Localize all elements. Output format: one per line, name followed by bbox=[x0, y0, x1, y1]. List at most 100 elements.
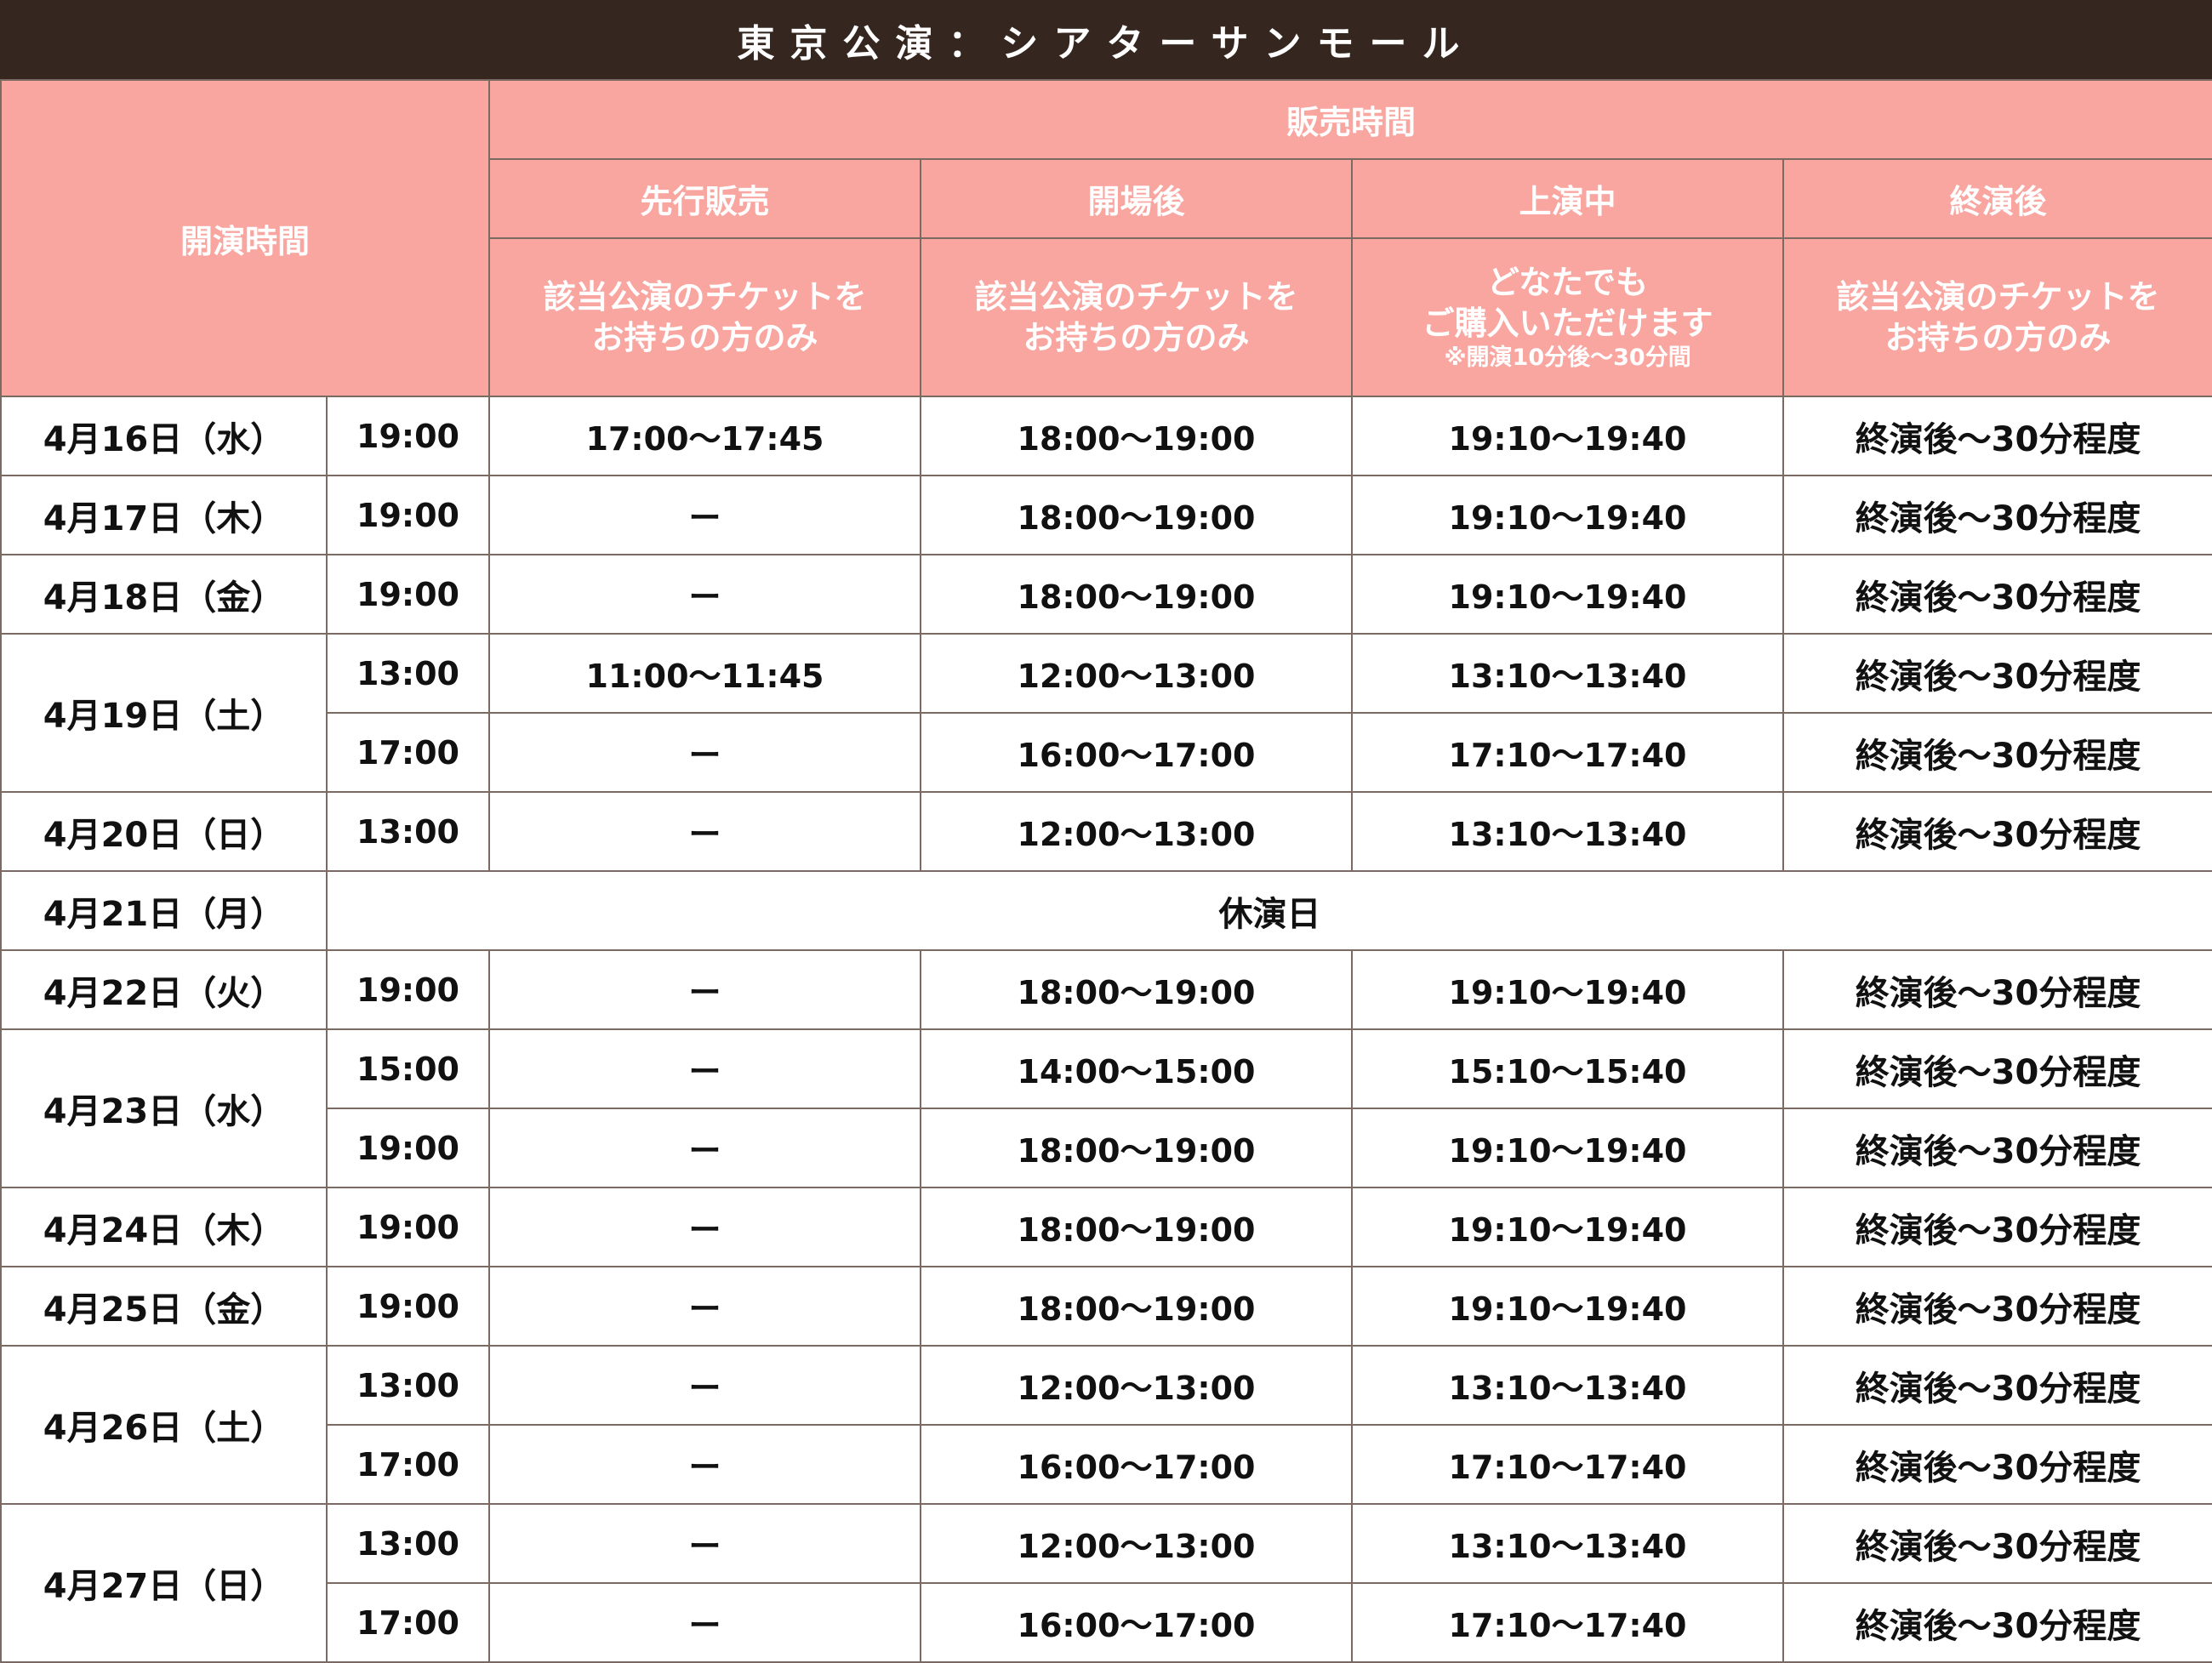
after-show-cell: 終演後〜30分程度 bbox=[1782, 396, 2212, 476]
during-show-cell: 19:10〜19:40 bbox=[1351, 396, 1785, 476]
date-cell: 4月26日（土） bbox=[0, 1345, 328, 1505]
start-time-cell: 17:00 bbox=[325, 1582, 491, 1663]
after-opening-cell: 18:00〜19:00 bbox=[920, 1108, 1354, 1188]
table-row: 4月20日（日） 13:00 ー 12:00〜13:00 13:10〜13:40 終演後〜… bbox=[0, 791, 2212, 872]
during-show-cell: 15:10〜15:40 bbox=[1351, 1028, 1785, 1109]
note-line: お持ちの方のみ bbox=[591, 319, 818, 356]
during-show-cell: 19:10〜19:40 bbox=[1351, 475, 1785, 555]
after-opening-cell: 18:00〜19:00 bbox=[920, 396, 1354, 476]
date-cell: 4月25日（金） bbox=[0, 1266, 328, 1347]
note-line: お持ちの方のみ bbox=[1023, 319, 1250, 356]
note-line: 該当公演のチケットを bbox=[974, 278, 1298, 316]
during-show-cell: 19:10〜19:40 bbox=[1351, 949, 1785, 1030]
header-row-1: 開演時間 販売時間 bbox=[0, 79, 2212, 397]
col-header-presale: 先行販売 bbox=[488, 158, 922, 239]
after-opening-cell: 12:00〜13:00 bbox=[920, 791, 1354, 872]
after-show-cell: 終演後〜30分程度 bbox=[1782, 1108, 2212, 1188]
after-opening-cell: 12:00〜13:00 bbox=[920, 1503, 1354, 1584]
start-time-cell: 15:00 bbox=[325, 1028, 491, 1109]
after-opening-cell: 12:00〜13:00 bbox=[920, 1345, 1354, 1426]
after-opening-cell: 16:00〜17:00 bbox=[920, 1424, 1354, 1505]
table-row: 4月19日（土） 13:00 11:00〜11:45 12:00〜13:00 13:10… bbox=[0, 633, 2212, 793]
col-header-after-show: 終演後 bbox=[1782, 158, 2212, 239]
after-show-cell: 終演後〜30分程度 bbox=[1782, 1424, 2212, 1505]
after-show-cell: 終演後〜30分程度 bbox=[1782, 1345, 2212, 1426]
note-line: 該当公演のチケットを bbox=[1836, 278, 2160, 316]
start-time-cell: 13:00 bbox=[325, 1345, 491, 1426]
during-show-cell: 17:10〜17:40 bbox=[1351, 1582, 1785, 1663]
during-show-cell: 13:10〜13:40 bbox=[1351, 1503, 1785, 1584]
presale-cell: ー bbox=[488, 1028, 922, 1109]
during-show-cell: 19:10〜19:40 bbox=[1351, 554, 1785, 635]
date-cell: 4月16日（水） bbox=[0, 396, 328, 476]
note-line: どなたでも bbox=[1486, 264, 1649, 301]
after-opening-cell: 14:00〜15:00 bbox=[920, 1028, 1354, 1109]
date-cell: 4月19日（土） bbox=[0, 633, 328, 793]
after-show-cell: 終演後〜30分程度 bbox=[1782, 1266, 2212, 1347]
note-line: お持ちの方のみ bbox=[1884, 319, 2112, 356]
during-show-cell: 19:10〜19:40 bbox=[1351, 1187, 1785, 1267]
after-show-cell: 終演後〜30分程度 bbox=[1782, 1503, 2212, 1584]
after-opening-cell: 16:00〜17:00 bbox=[920, 1582, 1354, 1663]
start-time-cell: 19:00 bbox=[325, 554, 491, 635]
table-row: 4月16日（水） 19:00 17:00〜17:45 18:00〜19:00 19:10… bbox=[0, 396, 2212, 476]
during-show-cell: 17:10〜17:40 bbox=[1351, 712, 1785, 793]
presale-cell: ー bbox=[488, 1582, 922, 1663]
table-row: 19:00 ー 18:00〜19:00 19:10〜19:40 終演後〜30分程度 bbox=[1, 1108, 2212, 1188]
during-show-cell: 13:10〜13:40 bbox=[1351, 1345, 1785, 1426]
col-note-after-opening: 該当公演のチケットを お持ちの方のみ bbox=[920, 237, 1354, 397]
during-show-cell: 13:10〜13:40 bbox=[1351, 633, 1785, 714]
after-opening-cell: 18:00〜19:00 bbox=[920, 475, 1354, 555]
start-time-cell: 13:00 bbox=[325, 791, 491, 872]
table-row: 4月22日（火） 19:00 ー 18:00〜19:00 19:10〜19:40 終演後〜… bbox=[0, 949, 2212, 1030]
start-time-cell: 19:00 bbox=[325, 1266, 491, 1347]
presale-cell: ー bbox=[488, 475, 922, 555]
start-time-cell: 13:00 bbox=[325, 633, 491, 714]
table-row: 4月23日（水） 15:00 ー 14:00〜15:00 15:10〜15:40 終演後〜… bbox=[0, 1028, 2212, 1188]
date-cell: 4月27日（日） bbox=[0, 1503, 328, 1663]
after-show-cell: 終演後〜30分程度 bbox=[1782, 949, 2212, 1030]
presale-cell: 17:00〜17:45 bbox=[488, 396, 922, 476]
table-row: 4月24日（木） 19:00 ー 18:00〜19:00 19:10〜19:40 終演後〜… bbox=[0, 1187, 2212, 1267]
presale-cell: ー bbox=[488, 712, 922, 793]
presale-cell: ー bbox=[488, 1345, 922, 1426]
sales-time-header: 販売時間 bbox=[488, 79, 2212, 160]
after-show-cell: 終演後〜30分程度 bbox=[1782, 1187, 2212, 1267]
after-show-cell: 終演後〜30分程度 bbox=[1782, 1028, 2212, 1109]
presale-cell: ー bbox=[488, 1266, 922, 1347]
table-row: 4月18日（金） 19:00 ー 18:00〜19:00 19:10〜19:40 終演後〜… bbox=[0, 554, 2212, 635]
after-opening-cell: 16:00〜17:00 bbox=[920, 712, 1354, 793]
table-row: 4月17日（木） 19:00 ー 18:00〜19:00 19:10〜19:40 終演後〜… bbox=[0, 475, 2212, 555]
col-header-during-show: 上演中 bbox=[1351, 158, 1785, 239]
date-cell: 4月23日（水） bbox=[0, 1028, 328, 1188]
during-show-cell: 19:10〜19:40 bbox=[1351, 1108, 1785, 1188]
table-row: 17:00 ー 16:00〜17:00 17:10〜17:40 終演後〜30分程度 bbox=[1, 1582, 2212, 1663]
schedule-table: 開演時間 販売時間 先行販売 開場後 上演中 終演後 該当公演のチケットを お持… bbox=[0, 79, 2212, 1663]
presale-cell: ー bbox=[488, 554, 922, 635]
start-time-cell: 17:00 bbox=[325, 1424, 491, 1505]
date-cell: 4月17日（木） bbox=[0, 475, 328, 555]
start-time-cell: 19:00 bbox=[325, 1187, 491, 1267]
date-cell: 4月21日（月） bbox=[0, 870, 328, 951]
during-show-cell: 13:10〜13:40 bbox=[1351, 791, 1785, 872]
col-note-during-show: どなたでも ご購入いただけます ※開演10分後〜30分間 bbox=[1351, 237, 1785, 397]
table-row: 4月25日（金） 19:00 ー 18:00〜19:00 19:10〜19:40 終演後〜… bbox=[0, 1266, 2212, 1347]
presale-cell: 11:00〜11:45 bbox=[488, 633, 922, 714]
start-time-header: 開演時間 bbox=[0, 79, 491, 397]
after-opening-cell: 18:00〜19:00 bbox=[920, 949, 1354, 1030]
note-sub-line: ※開演10分後〜30分間 bbox=[1444, 345, 1691, 371]
date-cell: 4月22日（火） bbox=[0, 949, 328, 1030]
table-row: 17:00 ー 16:00〜17:00 17:10〜17:40 終演後〜30分程度 bbox=[1, 712, 2212, 793]
table-row: 4月26日（土） 13:00 ー 12:00〜13:00 13:10〜13:40 終演後〜… bbox=[0, 1345, 2212, 1505]
table-row: 17:00 ー 16:00〜17:00 17:10〜17:40 終演後〜30分程度 bbox=[1, 1424, 2212, 1505]
after-show-cell: 終演後〜30分程度 bbox=[1782, 791, 2212, 872]
after-show-cell: 終演後〜30分程度 bbox=[1782, 633, 2212, 714]
after-opening-cell: 12:00〜13:00 bbox=[920, 633, 1354, 714]
presale-cell: ー bbox=[488, 949, 922, 1030]
note-line: ご購入いただけます bbox=[1422, 305, 1713, 342]
presale-cell: ー bbox=[488, 791, 922, 872]
note-line: 該当公演のチケットを bbox=[543, 278, 867, 316]
start-time-cell: 13:00 bbox=[325, 1503, 491, 1584]
presale-cell: ー bbox=[488, 1424, 922, 1505]
date-cell: 4月20日（日） bbox=[0, 791, 328, 872]
